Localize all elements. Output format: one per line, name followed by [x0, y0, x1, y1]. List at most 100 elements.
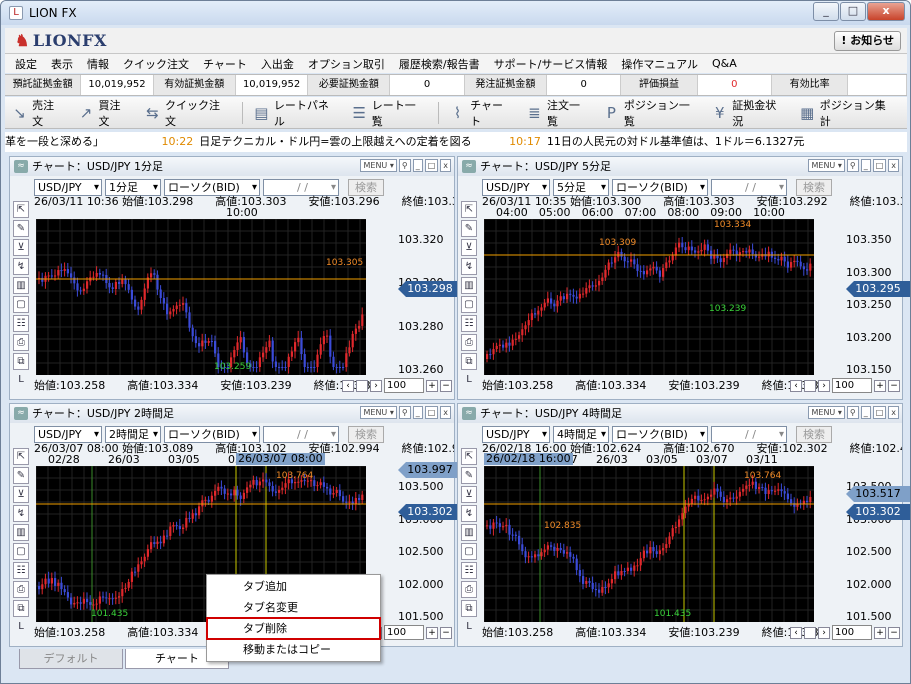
- copy-icon[interactable]: ⧉: [461, 353, 477, 370]
- zoom-select[interactable]: 100: [384, 378, 424, 393]
- window-icon[interactable]: ▢: [461, 296, 477, 313]
- toolbar-sell-arrow-button[interactable]: ↘ 売注文: [11, 97, 63, 129]
- toolbar-margin-yen-button[interactable]: ¥ 証拠金状況: [711, 97, 784, 129]
- period-select[interactable]: 1分足: [105, 179, 161, 196]
- zoom-select[interactable]: 100: [384, 625, 424, 640]
- period-select[interactable]: 4時間足: [553, 426, 609, 443]
- zoom-in-icon[interactable]: +: [874, 626, 886, 639]
- period-select[interactable]: 2時間足: [105, 426, 161, 443]
- scroll-right-icon[interactable]: ›: [818, 626, 830, 639]
- panel-menu-button[interactable]: MENU ▾: [808, 159, 845, 172]
- menu-item[interactable]: 情報: [87, 56, 109, 72]
- indicator-icon[interactable]: ▥: [461, 277, 477, 294]
- panel-close-button[interactable]: x: [888, 406, 899, 419]
- panel-menu-button[interactable]: MENU ▾: [808, 406, 845, 419]
- copy-icon[interactable]: ⧉: [461, 600, 477, 617]
- news-button[interactable]: ! お知らせ: [834, 31, 901, 51]
- label-icon[interactable]: L: [13, 372, 29, 389]
- toolbar-quick-order-button[interactable]: ⇆ クイック注文: [144, 97, 228, 129]
- line-tool-icon[interactable]: ⊻: [13, 239, 29, 256]
- scroll-left-icon[interactable]: ‹: [342, 379, 354, 392]
- scroll-thumb[interactable]: [356, 379, 368, 392]
- print-icon[interactable]: ⎙: [13, 334, 29, 351]
- panel-maximize-button[interactable]: □: [872, 406, 887, 419]
- pair-select[interactable]: USD/JPY: [482, 179, 550, 196]
- search-button[interactable]: 検索: [796, 179, 832, 196]
- pin-icon[interactable]: ⚲: [846, 406, 859, 419]
- cursor-icon[interactable]: ⇱: [13, 201, 29, 218]
- toolbar-order-list-button[interactable]: ≣ 注文一覧: [526, 97, 589, 129]
- zoom-out-icon[interactable]: −: [440, 379, 452, 392]
- panel-maximize-button[interactable]: □: [872, 159, 887, 172]
- indicator-icon[interactable]: ▥: [13, 524, 29, 541]
- menu-item[interactable]: 入出金: [261, 56, 294, 72]
- label-icon[interactable]: L: [461, 619, 477, 636]
- copy-icon[interactable]: ⧉: [13, 353, 29, 370]
- panel-header[interactable]: ≈ チャート：USD/JPY 4時間足 MENU ▾ ⚲ _ □ x: [458, 404, 902, 423]
- zoom-out-icon[interactable]: −: [888, 379, 900, 392]
- candlestick-chart[interactable]: 103.764 101.435 102.835: [484, 466, 814, 622]
- date-input[interactable]: / /: [263, 179, 339, 196]
- panel-close-button[interactable]: x: [440, 406, 451, 419]
- panel-minimize-button[interactable]: _: [860, 159, 871, 172]
- pen-icon[interactable]: ✎: [13, 220, 29, 237]
- menu-item-move-copy[interactable]: 移動またはコピー: [207, 639, 380, 660]
- cursor-icon[interactable]: ⇱: [13, 448, 29, 465]
- window-icon[interactable]: ▢: [13, 543, 29, 560]
- line-tool-icon[interactable]: ⊻: [13, 486, 29, 503]
- pin-icon[interactable]: ⚲: [846, 159, 859, 172]
- pin-icon[interactable]: ⚲: [398, 406, 411, 419]
- tab-default[interactable]: デフォルト: [19, 649, 123, 669]
- panel-close-button[interactable]: x: [888, 159, 899, 172]
- scroll-left-icon[interactable]: ‹: [790, 626, 802, 639]
- pen-icon[interactable]: ✎: [13, 467, 29, 484]
- window-icon[interactable]: ▢: [461, 543, 477, 560]
- search-button[interactable]: 検索: [348, 426, 384, 443]
- panel-header[interactable]: ≈ チャート：USD/JPY 2時間足 MENU ▾ ⚲ _ □ x: [10, 404, 454, 423]
- list-icon[interactable]: ☷: [461, 315, 477, 332]
- zoom-in-icon[interactable]: +: [874, 379, 886, 392]
- period-select[interactable]: 5分足: [553, 179, 609, 196]
- chart-type-select[interactable]: ローソク(BID): [612, 426, 708, 443]
- close-button[interactable]: x: [867, 2, 905, 21]
- zoom-in-icon[interactable]: +: [426, 379, 438, 392]
- pair-select[interactable]: USD/JPY: [34, 179, 102, 196]
- scroll-thumb[interactable]: [804, 379, 816, 392]
- panel-header[interactable]: ≈ チャート：USD/JPY 5分足 MENU ▾ ⚲ _ □ x: [458, 157, 902, 176]
- panel-maximize-button[interactable]: □: [424, 406, 439, 419]
- print-icon[interactable]: ⎙: [461, 581, 477, 598]
- news-ticker[interactable]: 革を一段と深める」 10:22 日足テクニカル・ドル円=雲の上限越えへの定着を図る…: [5, 132, 907, 152]
- menu-item-add-tab[interactable]: タブ追加: [207, 576, 380, 597]
- candlestick-chart[interactable]: 103.334 103.239 103.309: [484, 219, 814, 375]
- panel-menu-button[interactable]: MENU ▾: [360, 159, 397, 172]
- menu-item[interactable]: Q&A: [712, 57, 737, 70]
- label-icon[interactable]: L: [461, 372, 477, 389]
- toolbar-rate-list-button[interactable]: ☰ レート一覧: [351, 97, 424, 129]
- copy-icon[interactable]: ⧉: [13, 600, 29, 617]
- zoom-select[interactable]: 100: [832, 625, 872, 640]
- minimize-button[interactable]: _: [813, 2, 839, 21]
- print-icon[interactable]: ⎙: [461, 334, 477, 351]
- menu-item[interactable]: オプション取引: [308, 56, 385, 72]
- wave-icon[interactable]: ↯: [13, 505, 29, 522]
- panel-menu-button[interactable]: MENU ▾: [360, 406, 397, 419]
- date-input[interactable]: / /: [711, 179, 787, 196]
- search-button[interactable]: 検索: [796, 426, 832, 443]
- toolbar-chart-button[interactable]: ⌇ チャート: [449, 97, 512, 129]
- cursor-icon[interactable]: ⇱: [461, 201, 477, 218]
- zoom-out-icon[interactable]: −: [888, 626, 900, 639]
- indicator-icon[interactable]: ▥: [461, 524, 477, 541]
- indicator-icon[interactable]: ▥: [13, 277, 29, 294]
- pair-select[interactable]: USD/JPY: [34, 426, 102, 443]
- menu-item[interactable]: 表示: [51, 56, 73, 72]
- line-tool-icon[interactable]: ⊻: [461, 239, 477, 256]
- scroll-thumb[interactable]: [804, 626, 816, 639]
- panel-minimize-button[interactable]: _: [412, 159, 423, 172]
- cursor-icon[interactable]: ⇱: [461, 448, 477, 465]
- list-icon[interactable]: ☷: [13, 562, 29, 579]
- toolbar-position-summary-button[interactable]: ▦ ポジション集計: [799, 97, 893, 129]
- panel-maximize-button[interactable]: □: [424, 159, 439, 172]
- zoom-select[interactable]: 100: [832, 378, 872, 393]
- scroll-right-icon[interactable]: ›: [818, 379, 830, 392]
- date-input[interactable]: / /: [263, 426, 339, 443]
